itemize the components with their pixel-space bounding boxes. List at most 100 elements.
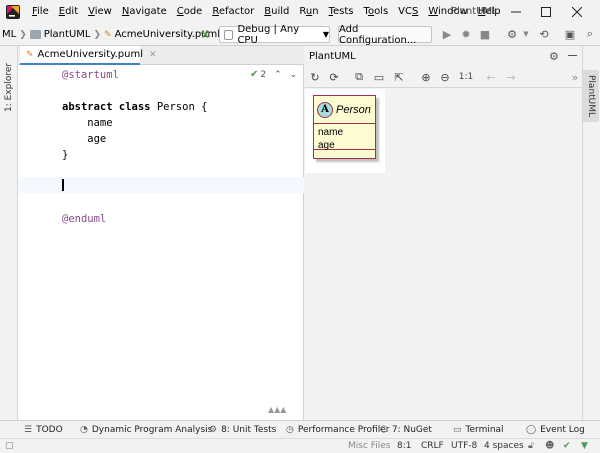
breadcrumb: ML ❯ PlantUML ❯ ✎ AcmeUniversity.puml: [0, 29, 220, 40]
tool-unit-tests[interactable]: ⚙ 8: Unit Tests: [209, 421, 276, 439]
chevron-right-icon: ❯: [19, 29, 27, 40]
chevron-down-icon[interactable]: ▼: [519, 27, 533, 41]
profiler-icon: ◷: [286, 425, 294, 435]
back-arrow-icon[interactable]: ←: [484, 70, 498, 84]
minimize-button[interactable]: [501, 0, 531, 24]
inspection-widget[interactable]: ✔ 2 ⌃ ⌄: [250, 69, 297, 80]
status-indent[interactable]: 4 spaces: [484, 439, 524, 453]
status-encoding[interactable]: UTF-8: [451, 439, 477, 453]
tool-dynamic-program-analysis[interactable]: ◔ Dynamic Program Analysis: [80, 421, 212, 439]
menu-item-build[interactable]: Build: [259, 0, 294, 24]
debug-icon[interactable]: ✹: [459, 27, 473, 41]
plantuml-pane-title: PlantUML: [309, 50, 356, 62]
hide-icon[interactable]: [568, 55, 577, 56]
inspector-icon[interactable]: ☻: [545, 439, 554, 453]
menu-item-edit[interactable]: Edit: [54, 0, 83, 24]
chevron-right-icon: ❯: [93, 29, 102, 40]
power-save-icon[interactable]: ▼: [581, 439, 588, 453]
status-line-separator[interactable]: CRLF: [421, 439, 444, 453]
folder-icon: [29, 30, 41, 39]
open-external-icon[interactable]: ⇱: [392, 70, 406, 84]
menu-item-tests[interactable]: Tests: [324, 0, 359, 24]
puml-file-icon: ✎: [26, 49, 34, 60]
search-icon[interactable]: ⌕: [583, 27, 597, 41]
zoom-out-icon[interactable]: ⊖: [438, 70, 452, 84]
add-configuration-button[interactable]: Add Configuration...: [338, 24, 432, 46]
menu-item-tools[interactable]: Tools: [359, 0, 394, 24]
refresh-icon[interactable]: ↻: [308, 70, 322, 84]
tool-label: 8: Unit Tests: [221, 425, 277, 435]
menu-item-file[interactable]: File: [27, 0, 54, 24]
list-icon: ☰: [24, 425, 33, 435]
maximize-button[interactable]: [531, 0, 561, 24]
uml-diagram: A Person name age: [305, 89, 385, 173]
tool-label: Terminal: [465, 425, 504, 435]
chevron-up-icon[interactable]: ⌃: [274, 70, 282, 80]
code-line: @enduml: [62, 213, 107, 225]
plantuml-tool-tab[interactable]: PlantUML: [583, 70, 599, 122]
chevron-down-icon: ▼: [322, 30, 329, 39]
more-chevron-icon[interactable]: »: [568, 70, 582, 84]
tool-todo[interactable]: ☰ TODO: [24, 421, 63, 439]
menu-item-view[interactable]: View: [83, 0, 117, 24]
code-line: abstract class Person {: [62, 101, 208, 113]
actual-size-button[interactable]: 1:1: [457, 70, 475, 84]
bottom-gutter-icons: ▲▲▲: [268, 405, 287, 414]
status-caret-position[interactable]: 8:1: [397, 439, 411, 453]
puml-file-icon: ✎: [104, 29, 112, 40]
lock-icon[interactable]: 🔓︎: [528, 439, 534, 453]
build-hammer-icon[interactable]: ⚒: [198, 27, 212, 41]
close-window-button[interactable]: [562, 0, 592, 24]
tool-window-bar: ☰ TODO ◔ Dynamic Program Analysis ⚙ 8: Unit…: [0, 420, 600, 438]
copy-icon[interactable]: ⧉: [352, 70, 366, 84]
menu-item-run[interactable]: Run: [294, 0, 323, 24]
status-context[interactable]: Misc Files: [348, 439, 391, 453]
uml-class-name: Person: [336, 103, 371, 116]
menu-item-vcs[interactable]: VCS: [393, 0, 423, 24]
run-configuration-select[interactable]: Debug | Any CPU ▼: [219, 23, 330, 46]
check-circle-icon[interactable]: ✔: [563, 439, 571, 453]
uml-attributes: name age: [314, 124, 375, 151]
editor-tab-label: AcmeUniversity.puml: [37, 49, 144, 60]
code-line: age: [62, 133, 107, 145]
preview-icon[interactable]: ▣: [563, 27, 577, 41]
code-editor[interactable]: @startuml abstract class Person { name ag…: [18, 65, 304, 420]
menu-item-navigate[interactable]: Navigate: [117, 0, 172, 24]
tools-icon[interactable]: ⚙: [505, 27, 519, 41]
explorer-tool-tab[interactable]: 1: Explorer: [1, 52, 17, 122]
event-log-icon: ◯: [526, 425, 537, 435]
editor-gutter: [18, 65, 56, 420]
tool-label: Performance Profiler: [297, 425, 390, 435]
close-icon[interactable]: ✕: [149, 50, 157, 60]
toggle-tool-windows-icon[interactable]: ▢: [5, 439, 14, 453]
save-icon[interactable]: ▭: [372, 70, 386, 84]
tool-terminal[interactable]: ▭ Terminal: [453, 421, 504, 439]
forward-arrow-icon[interactable]: →: [504, 70, 518, 84]
history-icon[interactable]: ⟲: [537, 27, 551, 41]
uml-class-box[interactable]: A Person name age: [313, 95, 376, 159]
tool-label: Dynamic Program Analysis: [91, 425, 213, 435]
stop-icon[interactable]: ■: [478, 27, 492, 41]
uml-attribute: age: [318, 140, 335, 151]
rider-logo-icon: [5, 4, 21, 20]
text-caret: [62, 179, 64, 191]
run-icon[interactable]: ▶: [440, 27, 454, 41]
zoom-in-icon[interactable]: ⊕: [419, 70, 433, 84]
tool-performance-profiler[interactable]: ◷ Performance Profiler: [286, 421, 389, 439]
code-line: name: [62, 117, 113, 129]
breadcrumb-project[interactable]: PlantUML: [44, 29, 91, 40]
gear-icon[interactable]: ⚙: [549, 50, 559, 63]
run-config-icon: [224, 29, 234, 40]
menu-item-refactor[interactable]: Refactor: [207, 0, 259, 24]
window-title: PlantUML: [451, 6, 498, 17]
breadcrumb-root[interactable]: ML: [2, 29, 16, 40]
code-line: }: [62, 149, 69, 161]
editor-tab[interactable]: ✎ AcmeUniversity.puml ✕: [20, 46, 157, 65]
chevron-down-icon[interactable]: ⌄: [290, 70, 298, 80]
run-config-label: Debug | Any CPU: [237, 23, 300, 46]
menu-item-code[interactable]: Code: [172, 0, 208, 24]
reload-icon[interactable]: ⟳: [327, 70, 341, 84]
tool-nuget[interactable]: ⬡ 7: NuGet: [380, 421, 432, 439]
gauge-icon: ◔: [80, 425, 88, 435]
tool-event-log[interactable]: ◯ Event Log: [526, 421, 585, 439]
